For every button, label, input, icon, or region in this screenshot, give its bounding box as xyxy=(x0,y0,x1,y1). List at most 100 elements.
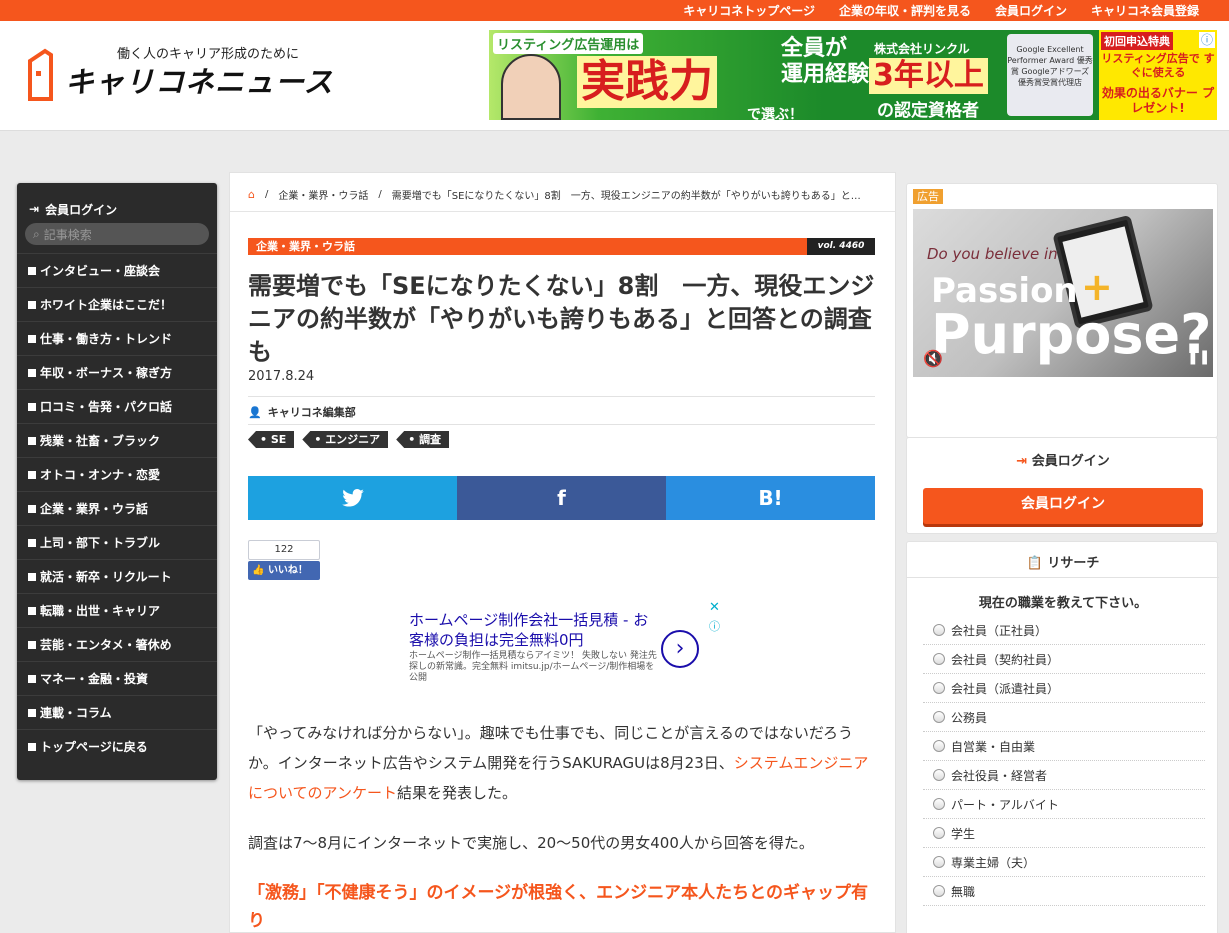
radio-button[interactable] xyxy=(933,827,945,839)
radio-option[interactable]: 会社員（正社員） xyxy=(923,616,1205,645)
login-box: ⇥ 会員ログイン 会員ログイン xyxy=(906,437,1218,534)
bullet-icon xyxy=(28,606,36,615)
banner-text: の認定資格者 xyxy=(877,101,979,120)
radio-option[interactable]: 公務員 xyxy=(923,703,1205,732)
tag-list: • SE • エンジニア • 調査 xyxy=(248,431,450,448)
radio-option[interactable]: 会社員（契約社員） xyxy=(923,645,1205,674)
pause-icon[interactable]: ❚❚ xyxy=(1187,349,1210,365)
article-title: 需要増でも「SEになりたくない」8割 一方、現役エンジニアの約半数が「やりがいも… xyxy=(248,272,875,366)
article-author[interactable]: 👤 キャリコネ編集部 xyxy=(248,404,356,420)
facebook-share-button[interactable]: f xyxy=(457,476,666,520)
topnav-link-top[interactable]: キャリコネトップページ xyxy=(683,2,815,19)
radio-button[interactable] xyxy=(933,653,945,665)
twitter-share-button[interactable] xyxy=(248,476,457,520)
article-paragraph: 「やってみなければ分からない」。趣味でも仕事でも、同じことが言えるのではないだろ… xyxy=(248,724,869,802)
bullet-icon xyxy=(28,266,36,275)
logo-door-icon[interactable] xyxy=(27,47,54,103)
facebook-like-widget[interactable]: 122 👍 いいね！ xyxy=(248,540,320,580)
radio-option[interactable]: 専業主婦（夫） xyxy=(923,848,1205,877)
tag-se[interactable]: • SE xyxy=(248,431,295,448)
radio-option[interactable]: 会社員（派遣社員） xyxy=(923,674,1205,703)
sidebar-video-ad[interactable]: 広告 Do you believe in Passion + Purpose? … xyxy=(906,183,1218,438)
radio-option[interactable]: 学生 xyxy=(923,819,1205,848)
login-button[interactable]: 会員ログイン xyxy=(923,488,1203,524)
facebook-icon: f xyxy=(557,486,566,510)
breadcrumb-category[interactable]: 企業・業界・ウラ話 xyxy=(278,187,368,202)
ad-video[interactable]: Do you believe in Passion + Purpose? 🔇 ❚… xyxy=(913,209,1213,377)
header-banner-ad[interactable]: リスティング広告運用は 実践力 で選ぶ！ 全員が 運用経験 株式会社リンクル 3年… xyxy=(489,30,1217,120)
top-nav: キャリコネトップページ 企業の年収・評判を見る 会員ログイン キャリコネ会員登録 xyxy=(683,0,1199,21)
radio-button[interactable] xyxy=(933,682,945,694)
radio-button[interactable] xyxy=(933,885,945,897)
search-input[interactable]: ⌕ 記事検索 xyxy=(25,223,209,245)
category-bar: 企業・業界・ウラ話 vol. 4460 xyxy=(248,238,875,255)
bullet-icon xyxy=(28,572,36,581)
ad-title[interactable]: ホームページ制作会社一括見積 - お客様の負担は完全無料0円 xyxy=(409,610,659,650)
topnav-link-login[interactable]: 会員ログイン xyxy=(995,2,1067,19)
radio-button[interactable] xyxy=(933,740,945,752)
sidebar-item-love[interactable]: オトコ・オンナ・恋愛 xyxy=(17,457,217,491)
sidebar-login[interactable]: ⇥ 会員ログイン xyxy=(17,183,217,223)
banner-headline: 実践力 xyxy=(577,56,717,108)
ad-arrow-icon[interactable]: › xyxy=(661,630,699,668)
sidebar-item-career[interactable]: 転職・出世・キャリア xyxy=(17,593,217,627)
text-ad[interactable]: ホームページ制作会社一括見積 - お客様の負担は完全無料0円 ホームページ制作一… xyxy=(405,598,725,690)
sidebar-item-industry[interactable]: 企業・業界・ウラ話 xyxy=(17,491,217,525)
radio-option[interactable]: パート・アルバイト xyxy=(923,790,1205,819)
bullet-icon xyxy=(28,708,36,717)
bullet-icon xyxy=(28,436,36,445)
site-logo-text[interactable]: キャリコネニュース xyxy=(65,59,334,101)
sidebar-item-white-company[interactable]: ホワイト企業はここだ！ xyxy=(17,287,217,321)
hatena-share-button[interactable]: B! xyxy=(666,476,875,520)
breadcrumb-current: 需要増でも「SEになりたくない」8割 一方、現役エンジニアの約半数が「やりがいも… xyxy=(391,191,861,202)
radio-button[interactable] xyxy=(933,624,945,636)
topnav-link-register[interactable]: キャリコネ会員登録 xyxy=(1091,2,1199,19)
radio-option[interactable]: 無職 xyxy=(923,877,1205,906)
radio-option[interactable]: 自営業・自由業 xyxy=(923,732,1205,761)
mute-icon[interactable]: 🔇 xyxy=(923,349,943,368)
sidebar-item-work-trend[interactable]: 仕事・働き方・トレンド xyxy=(17,321,217,355)
tag-survey[interactable]: • 調査 xyxy=(396,431,450,448)
sidebar-item-interview[interactable]: インタビュー・座談会 xyxy=(17,253,217,287)
ad-close-icon[interactable]: ✕ xyxy=(709,600,720,615)
article-paragraph: 調査は7～8月にインターネットで実施し、20～50代の男女400人から回答を得た… xyxy=(248,834,814,852)
breadcrumb: ⌂ / 企業・業界・ウラ話 / 需要増でも「SEになりたくない」8割 一方、現役… xyxy=(248,187,861,202)
banner-award-badge: Google Excellent Performer Award 優秀賞 Goo… xyxy=(1007,34,1093,116)
bullet-icon xyxy=(28,674,36,683)
ad-info-icon[interactable]: ⓘ xyxy=(709,618,720,634)
ad-close-icon[interactable]: ⓘ xyxy=(1199,32,1215,48)
radio-button[interactable] xyxy=(933,798,945,810)
research-box: 📋 リサーチ 現在の職業を教えて下さい。 会社員（正社員） 会社員（契約社員） … xyxy=(906,541,1219,933)
sidebar-item-top[interactable]: トップページに戻る xyxy=(17,729,217,763)
sidebar-item-reviews[interactable]: 口コミ・告発・パクロ話 xyxy=(17,389,217,423)
sidebar-item-boss[interactable]: 上司・部下・トラブル xyxy=(17,525,217,559)
bullet-icon xyxy=(28,300,36,309)
home-icon[interactable]: ⌂ xyxy=(248,188,255,201)
twitter-icon xyxy=(341,489,364,507)
bullet-icon xyxy=(28,538,36,547)
sidebar-item-salary[interactable]: 年収・ボーナス・稼ぎ方 xyxy=(17,355,217,389)
like-button[interactable]: 👍 いいね！ xyxy=(248,561,320,580)
sidebar-item-entertainment[interactable]: 芸能・エンタメ・箸休め xyxy=(17,627,217,661)
banner-text: で選ぶ！ xyxy=(747,107,803,120)
radio-button[interactable] xyxy=(933,769,945,781)
article-subheading: 「激務」「不健康そう」のイメージが根強く、エンジニア本人たちとのギャップ有り xyxy=(248,883,868,931)
research-question: 現在の職業を教えて下さい。 xyxy=(978,596,1148,611)
share-buttons: f B! xyxy=(248,476,875,520)
research-heading: 📋 リサーチ xyxy=(1026,556,1100,571)
banner-headline: 3年以上 xyxy=(869,58,988,94)
sidebar-item-money[interactable]: マネー・金融・投資 xyxy=(17,661,217,695)
sidebar-item-overtime[interactable]: 残業・社畜・ブラック xyxy=(17,423,217,457)
radio-button[interactable] xyxy=(933,856,945,868)
radio-option[interactable]: 会社役員・経営者 xyxy=(923,761,1205,790)
article-category[interactable]: 企業・業界・ウラ話 xyxy=(256,238,355,255)
radio-button[interactable] xyxy=(933,711,945,723)
login-heading: ⇥ 会員ログイン xyxy=(1016,454,1110,469)
topnav-link-salary[interactable]: 企業の年収・評判を見る xyxy=(839,2,971,19)
search-icon: ⌕ xyxy=(33,226,40,241)
login-icon: ⇥ xyxy=(1016,454,1028,469)
sidebar-item-column[interactable]: 連載・コラム xyxy=(17,695,217,729)
tag-engineer[interactable]: • エンジニア xyxy=(302,431,389,448)
bullet-icon xyxy=(28,334,36,343)
sidebar-item-job-hunting[interactable]: 就活・新卒・リクルート xyxy=(17,559,217,593)
